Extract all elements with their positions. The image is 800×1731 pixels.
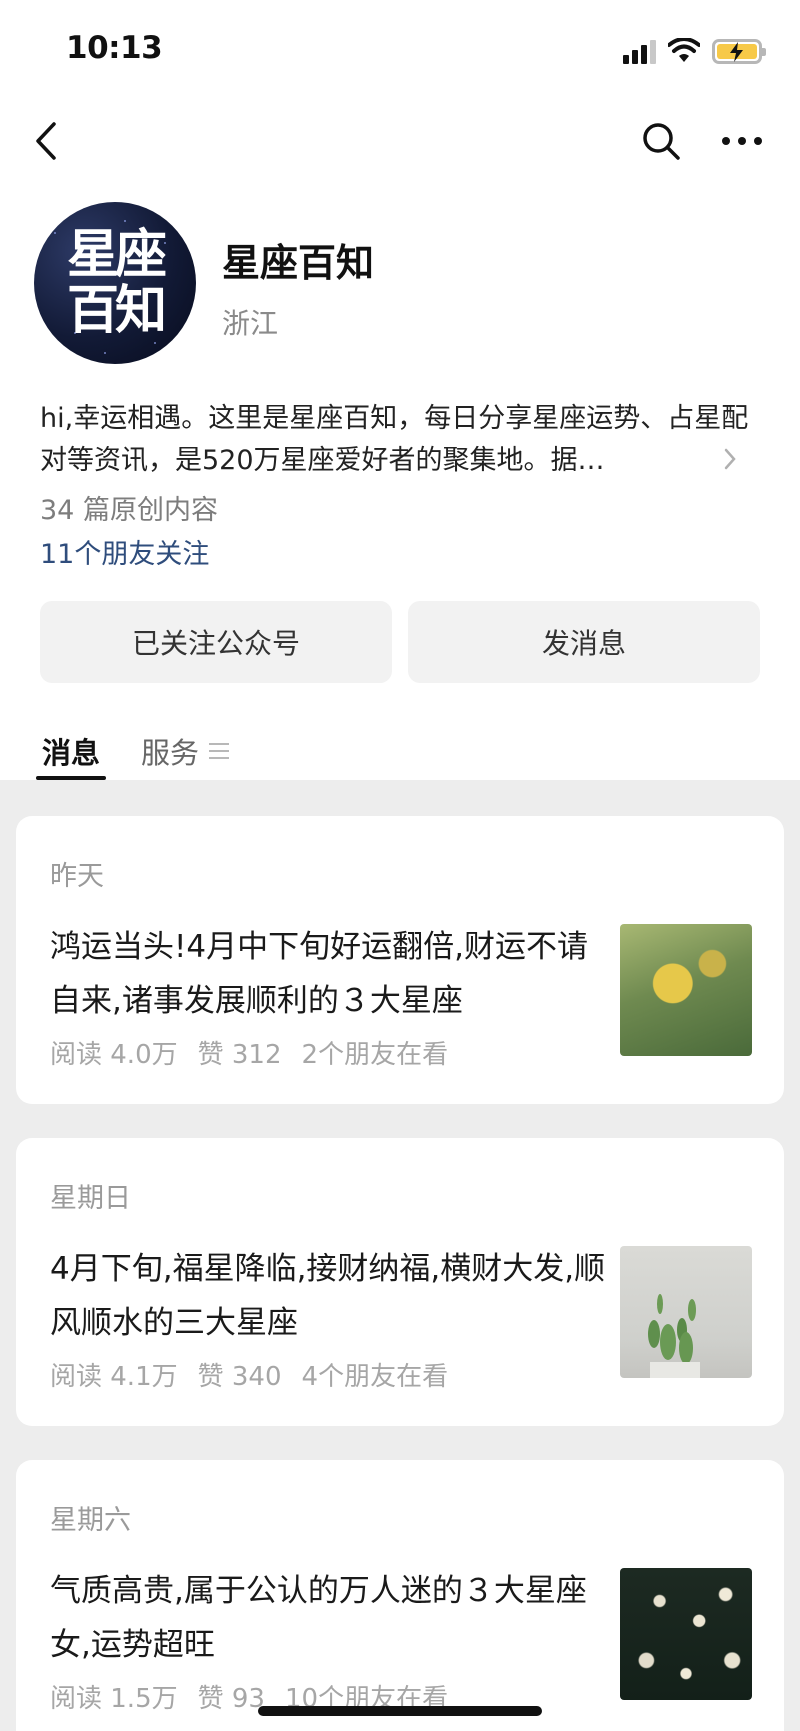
article-reads: 阅读 1.5万 xyxy=(50,1684,178,1714)
tab-messages[interactable]: 消息 xyxy=(42,730,100,772)
article-likes: 赞 312 xyxy=(197,1040,282,1070)
article-reads: 阅读 4.1万 xyxy=(50,1362,178,1392)
wifi-icon xyxy=(668,38,700,62)
cactus-image xyxy=(648,1294,700,1378)
active-tab-indicator xyxy=(36,776,106,780)
more-options-icon[interactable] xyxy=(722,128,762,154)
avatar-text-line2: 百知 xyxy=(66,281,167,341)
menu-icon xyxy=(209,743,230,759)
article-thumbnail[interactable] xyxy=(620,924,752,1056)
back-chevron-icon[interactable] xyxy=(30,118,66,164)
article-meta: 阅读 4.1万 赞 340 4个朋友在看 xyxy=(50,1356,448,1393)
tab-services-label: 服务 xyxy=(141,736,200,770)
article-friends-viewing: 4个朋友在看 xyxy=(301,1362,449,1392)
chevron-right-icon[interactable] xyxy=(722,446,738,472)
article-date: 昨天 xyxy=(50,861,104,892)
status-time: 10:13 xyxy=(66,30,163,66)
tab-services[interactable]: 服务 xyxy=(141,730,230,772)
article-title[interactable]: 鸿运当头!4月中下旬好运翻倍,财运不请自来,诸事发展顺利的３大星座 xyxy=(50,920,610,1028)
status-icons xyxy=(623,34,766,68)
battery-charging-icon xyxy=(712,38,766,64)
article-friends-viewing: 2个朋友在看 xyxy=(301,1040,449,1070)
followed-button[interactable]: 已关注公众号 xyxy=(40,601,392,683)
account-region: 浙江 xyxy=(222,307,279,340)
article-thumbnail[interactable] xyxy=(620,1246,752,1378)
article-title[interactable]: 4月下旬,福星降临,接财纳福,横财大发,顺风顺水的三大星座 xyxy=(50,1242,610,1350)
account-name: 星座百知 xyxy=(222,241,375,285)
article-card[interactable]: 星期日 4月下旬,福星降临,接财纳福,横财大发,顺风顺水的三大星座 阅读 4.1… xyxy=(16,1138,784,1426)
search-icon[interactable] xyxy=(640,120,682,162)
article-likes: 赞 340 xyxy=(197,1362,282,1392)
article-likes: 赞 93 xyxy=(197,1684,265,1714)
send-message-button[interactable]: 发消息 xyxy=(408,601,760,683)
account-description[interactable]: hi,幸运相遇。这里是星座百知，每日分享星座运势、占星配对等资讯，是520万星座… xyxy=(40,398,750,482)
article-card[interactable]: 昨天 鸿运当头!4月中下旬好运翻倍,财运不请自来,诸事发展顺利的３大星座 阅读 … xyxy=(16,816,784,1104)
article-date: 星期日 xyxy=(50,1183,131,1214)
friends-following-link[interactable]: 11个朋友关注 xyxy=(40,532,209,571)
article-reads: 阅读 4.0万 xyxy=(50,1040,178,1070)
account-avatar[interactable]: 星座 百知 xyxy=(34,202,196,364)
home-indicator[interactable] xyxy=(258,1706,542,1716)
article-thumbnail[interactable] xyxy=(620,1568,752,1700)
avatar-text-line1: 星座 xyxy=(66,225,167,285)
article-date: 星期六 xyxy=(50,1505,131,1536)
cellular-signal-icon xyxy=(623,38,656,64)
original-content-count[interactable]: 34 篇原创内容 xyxy=(40,488,218,527)
article-card[interactable]: 星期六 气质高贵,属于公认的万人迷的３大星座女,运势超旺 阅读 1.5万 赞 9… xyxy=(16,1460,784,1731)
article-meta: 阅读 4.0万 赞 312 2个朋友在看 xyxy=(50,1034,448,1071)
article-title[interactable]: 气质高贵,属于公认的万人迷的３大星座女,运势超旺 xyxy=(50,1564,610,1672)
